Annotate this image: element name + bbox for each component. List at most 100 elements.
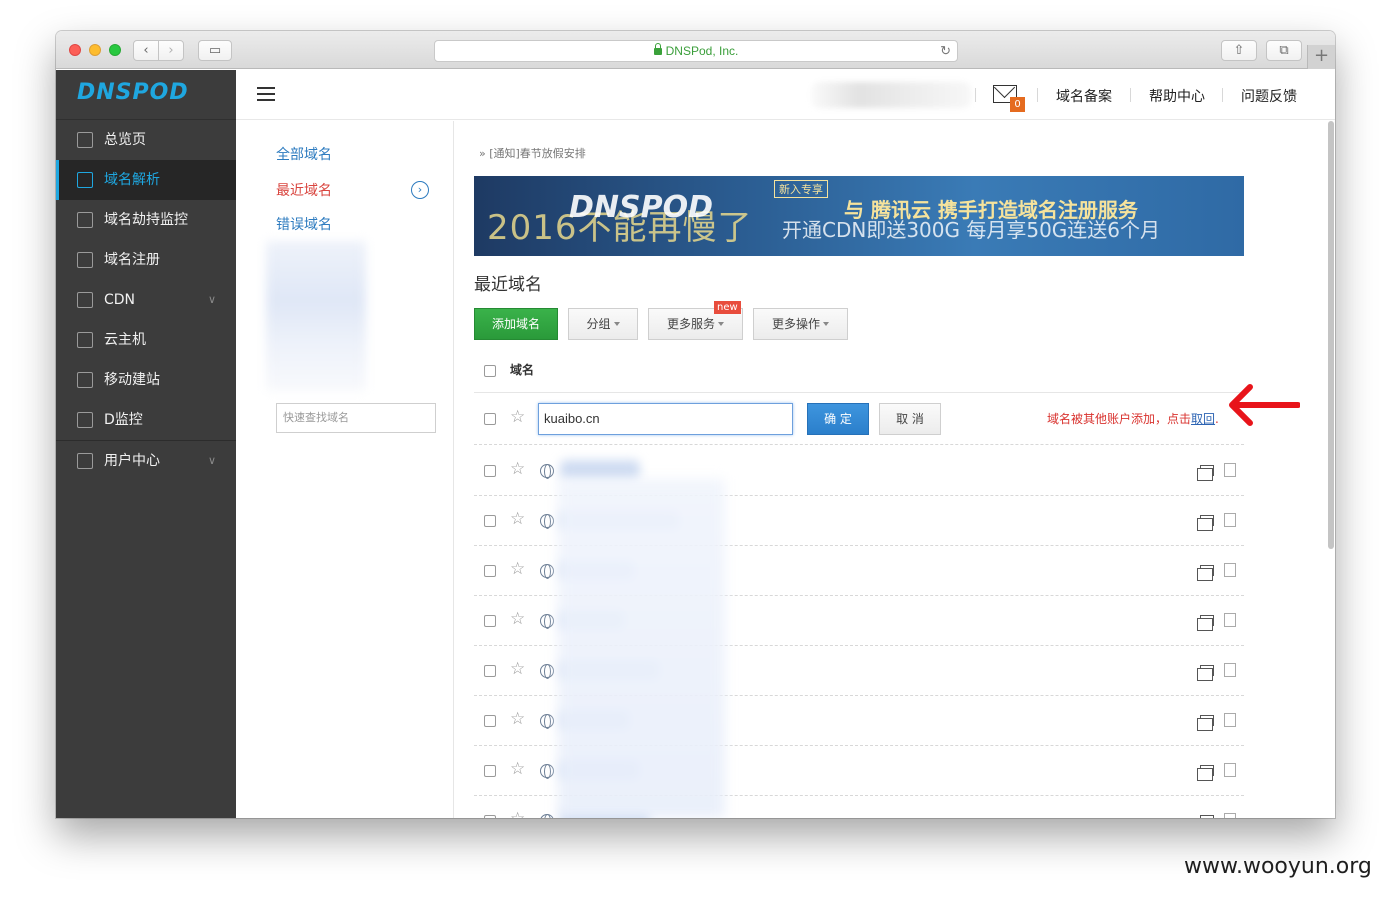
star-icon[interactable]: ☆	[510, 711, 525, 728]
records-icon[interactable]	[1197, 515, 1214, 531]
app-sidebar: DNSPOD 总览页 域名解析 域名劫持监控 域名注册 CDN ∨ 云主机 移动建…	[56, 70, 236, 818]
forward-icon[interactable]: ›	[158, 40, 184, 61]
row-checkbox[interactable]	[484, 665, 496, 677]
sidebar-item-hijack-monitor[interactable]: 域名劫持监控	[56, 200, 236, 240]
star-icon[interactable]: ☆	[510, 811, 525, 819]
sidebar-item-d-monitor[interactable]: D监控	[56, 400, 236, 440]
domain-list-blur-overlay	[558, 479, 725, 818]
row-checkbox[interactable]	[484, 815, 496, 818]
user-account-blurred[interactable]	[811, 82, 971, 108]
tabs-overview-icon[interactable]: ⧉	[1266, 40, 1302, 61]
menu-icon[interactable]	[257, 87, 275, 101]
records-icon[interactable]	[1197, 715, 1214, 731]
note-icon[interactable]	[1224, 463, 1236, 477]
server-icon	[77, 332, 93, 348]
caret-down-icon	[823, 322, 829, 326]
group-label: 分组	[586, 317, 611, 331]
records-icon[interactable]	[1197, 465, 1214, 481]
banner-logo: DNSPOD	[569, 190, 714, 225]
scrollbar-thumb[interactable]	[1328, 121, 1334, 549]
icp-filing-link[interactable]: 域名备案	[1056, 86, 1112, 106]
globe-icon	[540, 564, 554, 579]
row-checkbox[interactable]	[484, 615, 496, 627]
star-icon[interactable]: ☆	[510, 611, 525, 628]
watermark: www.wooyun.org	[1184, 854, 1372, 879]
row-checkbox[interactable]	[484, 465, 496, 477]
globe-icon	[540, 614, 554, 629]
row-checkbox[interactable]	[484, 413, 496, 425]
confirm-button[interactable]: 确 定	[807, 403, 869, 435]
zoom-window-button[interactable]	[109, 44, 121, 56]
cancel-button[interactable]: 取 消	[879, 403, 941, 435]
records-icon[interactable]	[1197, 615, 1214, 631]
star-icon[interactable]: ☆	[510, 661, 525, 678]
records-icon[interactable]	[1200, 815, 1214, 818]
sidebar-item-label: 移动建站	[104, 372, 160, 388]
reclaim-domain-link[interactable]: 取回	[1191, 412, 1215, 426]
conflict-text: 域名被其他账户添加，点击	[1047, 412, 1192, 426]
lock-icon	[653, 43, 662, 55]
row-checkbox[interactable]	[484, 565, 496, 577]
help-center-link[interactable]: 帮助中心	[1149, 86, 1205, 106]
row-checkbox[interactable]	[484, 715, 496, 727]
sidebar-toggle-icon[interactable]: ▭	[198, 40, 232, 61]
notice-link[interactable]: » [通知]春节放假安排	[479, 145, 586, 161]
header-divider	[1130, 88, 1131, 102]
note-icon[interactable]	[1224, 713, 1236, 727]
promo-banner[interactable]: 2016不能再慢了 DNSPOD 新入专享 与 腾讯云 携手打造域名注册服务 开…	[474, 176, 1244, 256]
records-icon[interactable]	[1197, 665, 1214, 681]
note-icon[interactable]	[1224, 513, 1236, 527]
sidebar-item-domain-register[interactable]: 域名注册	[56, 240, 236, 280]
dnspod-logo[interactable]: DNSPOD	[56, 70, 236, 120]
more-operations-button[interactable]: 更多操作	[753, 308, 848, 340]
minimize-window-button[interactable]	[89, 44, 101, 56]
globe-icon	[540, 664, 554, 679]
red-arrow-annotation	[1229, 384, 1300, 426]
chevron-down-icon: ∨	[207, 293, 216, 306]
star-icon[interactable]: ☆	[510, 511, 525, 528]
close-window-button[interactable]	[69, 44, 81, 56]
reload-icon[interactable]: ↻	[940, 41, 951, 61]
back-icon[interactable]: ‹	[133, 40, 159, 61]
recent-domains-link[interactable]: 最近域名	[276, 180, 332, 200]
sidebar-item-cdn[interactable]: CDN ∨	[56, 280, 236, 320]
sidebar-item-user-center[interactable]: 用户中心 ∨	[56, 441, 236, 481]
header-divider	[1222, 88, 1223, 102]
add-domain-row: ☆ kuaibo.cn 确 定 取 消 域名被其他账户添加，点击取回.	[474, 393, 1244, 445]
sidebar-item-overview[interactable]: 总览页	[56, 120, 236, 160]
quick-domain-search-input[interactable]: 快速查找域名	[276, 403, 436, 433]
main-content: » [通知]春节放假安排 2016不能再慢了 DNSPOD 新入专享 与 腾讯云…	[455, 121, 1325, 818]
note-icon[interactable]	[1224, 563, 1236, 577]
star-icon[interactable]: ☆	[510, 561, 525, 578]
sidebar-item-dns[interactable]: 域名解析	[56, 160, 236, 200]
select-all-checkbox[interactable]	[484, 365, 496, 377]
sidebar-item-mobile-site[interactable]: 移动建站	[56, 360, 236, 400]
feedback-link[interactable]: 问题反馈	[1241, 86, 1297, 106]
row-checkbox[interactable]	[484, 765, 496, 777]
star-icon[interactable]: ☆	[510, 461, 525, 478]
share-icon[interactable]: ⇧	[1221, 40, 1257, 61]
chevron-right-circle-icon[interactable]: ›	[411, 181, 429, 199]
star-icon[interactable]: ☆	[510, 761, 525, 778]
row-checkbox[interactable]	[484, 515, 496, 527]
note-icon[interactable]	[1224, 613, 1236, 627]
domain-input[interactable]: kuaibo.cn	[538, 403, 793, 435]
sidebar-item-label: 域名注册	[104, 252, 160, 268]
records-icon[interactable]	[1197, 765, 1214, 781]
note-icon[interactable]	[1224, 663, 1236, 677]
all-domains-link[interactable]: 全部域名	[276, 144, 332, 164]
domain-column-header: 域名	[510, 363, 535, 377]
page-title: 最近域名	[474, 275, 542, 295]
star-icon[interactable]: ☆	[510, 409, 525, 426]
cdn-icon	[77, 292, 93, 308]
new-tab-button[interactable]: +	[1307, 45, 1335, 69]
error-domains-link[interactable]: 错误域名	[276, 214, 332, 234]
note-icon[interactable]	[1224, 813, 1236, 818]
add-domain-button[interactable]: 添加域名	[474, 308, 558, 340]
records-icon[interactable]	[1197, 565, 1214, 581]
group-dropdown-button[interactable]: 分组	[568, 308, 638, 340]
note-icon[interactable]	[1224, 763, 1236, 777]
sidebar-item-cloud-server[interactable]: 云主机	[56, 320, 236, 360]
address-bar[interactable]: DNSPod, Inc. ↻	[434, 40, 958, 62]
domain-name-blurred[interactable]	[560, 460, 640, 480]
